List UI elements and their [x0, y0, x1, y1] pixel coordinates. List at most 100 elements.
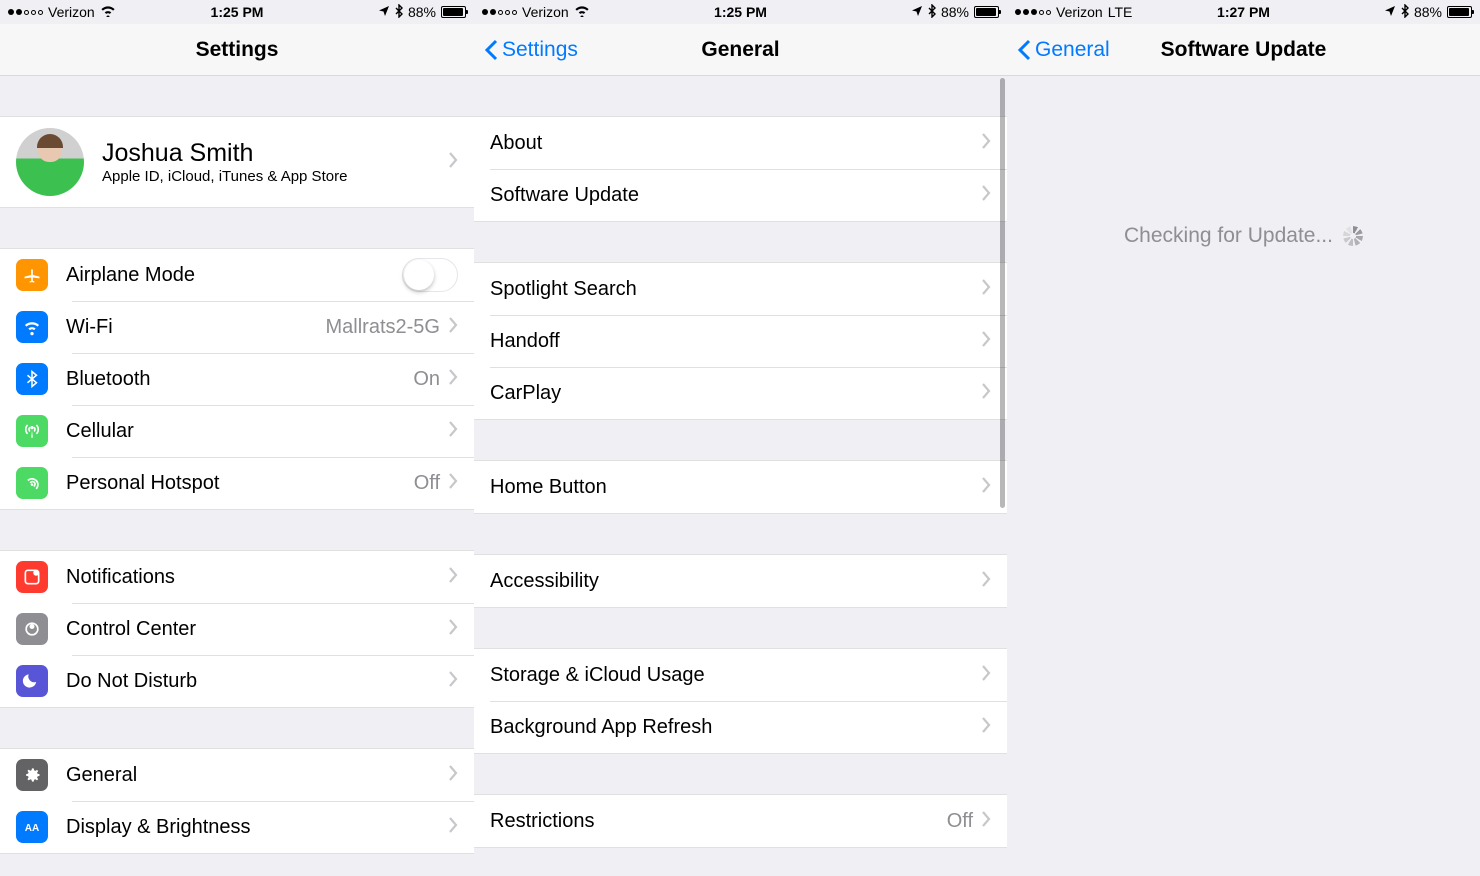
- row-label: Accessibility: [490, 570, 981, 593]
- chevron-right-icon: [448, 817, 458, 838]
- row-label: Wi-Fi: [66, 316, 326, 339]
- chevron-right-icon: [981, 477, 991, 498]
- profile-row[interactable]: Joshua Smith Apple ID, iCloud, iTunes & …: [0, 117, 474, 207]
- display-icon: AA: [16, 811, 48, 843]
- row-label: Control Center: [66, 618, 448, 641]
- settings-list: Airplane ModeWi-FiMallrats2-5GBluetoothO…: [0, 248, 474, 854]
- row-label: Storage & iCloud Usage: [490, 664, 981, 687]
- chevron-right-icon: [448, 619, 458, 640]
- controlcenter-icon: [16, 613, 48, 645]
- clock: 1:27 PM: [1007, 4, 1480, 20]
- avatar: [16, 128, 84, 196]
- row-about[interactable]: About: [474, 117, 1007, 169]
- row-label: Notifications: [66, 566, 448, 589]
- row-label: Display & Brightness: [66, 816, 448, 839]
- cellular-icon: [16, 415, 48, 447]
- row-label: CarPlay: [490, 382, 981, 405]
- row-value: Off: [414, 472, 440, 495]
- row-background-app-refresh[interactable]: Background App Refresh: [474, 701, 1007, 753]
- chevron-right-icon: [981, 133, 991, 154]
- update-status: Checking for Update...: [1007, 224, 1480, 248]
- row-restrictions[interactable]: RestrictionsOff: [474, 795, 1007, 847]
- row-value: On: [413, 368, 440, 391]
- chevron-right-icon: [981, 665, 991, 686]
- general-list: About Software Update Spotlight Search Hand…: [474, 116, 1007, 848]
- row-label: Do Not Disturb: [66, 670, 448, 693]
- row-label: Airplane Mode: [66, 264, 402, 287]
- row-label: Handoff: [490, 330, 981, 353]
- battery-icon: [1447, 6, 1472, 18]
- page-title: General: [701, 38, 779, 62]
- status-bar: Verizon 1:25 PM 88%: [474, 0, 1007, 24]
- chevron-right-icon: [448, 369, 458, 390]
- row-handoff[interactable]: Handoff: [474, 315, 1007, 367]
- row-label: Bluetooth: [66, 368, 413, 391]
- svg-text:AA: AA: [25, 823, 39, 834]
- row-wi-fi[interactable]: Wi-FiMallrats2-5G: [0, 301, 474, 353]
- status-bar: Verizon 1:25 PM 88%: [0, 0, 474, 24]
- chevron-right-icon: [981, 717, 991, 738]
- toggle[interactable]: [402, 258, 458, 292]
- chevron-right-icon: [448, 671, 458, 692]
- row-airplane-mode[interactable]: Airplane Mode: [0, 249, 474, 301]
- row-label: About: [490, 132, 981, 155]
- row-accessibility[interactable]: Accessibility: [474, 555, 1007, 607]
- chevron-right-icon: [981, 811, 991, 832]
- dnd-icon: [16, 665, 48, 697]
- row-general[interactable]: General: [0, 749, 474, 801]
- row-label: Software Update: [490, 184, 981, 207]
- row-spotlight-search[interactable]: Spotlight Search: [474, 263, 1007, 315]
- screen-general: Verizon 1:25 PM 88% Settings General Abo…: [474, 0, 1007, 876]
- row-software-update[interactable]: Software Update: [474, 169, 1007, 221]
- back-label: Settings: [502, 38, 578, 62]
- chevron-right-icon: [448, 317, 458, 338]
- battery-icon: [441, 6, 466, 18]
- clock: 1:25 PM: [0, 4, 474, 20]
- notifications-icon: [16, 561, 48, 593]
- status-bar: Verizon LTE 1:27 PM 88%: [1007, 0, 1480, 24]
- row-value: Mallrats2-5G: [326, 316, 440, 339]
- chevron-right-icon: [448, 567, 458, 588]
- chevron-right-icon: [981, 331, 991, 352]
- page-title: Settings: [196, 38, 279, 62]
- profile-subtitle: Apple ID, iCloud, iTunes & App Store: [102, 168, 448, 185]
- row-storage-icloud-usage[interactable]: Storage & iCloud Usage: [474, 649, 1007, 701]
- chevron-right-icon: [448, 421, 458, 442]
- nav-bar: Settings General: [474, 24, 1007, 76]
- chevron-right-icon: [981, 571, 991, 592]
- row-label: Background App Refresh: [490, 716, 981, 739]
- row-bluetooth[interactable]: BluetoothOn: [0, 353, 474, 405]
- back-button[interactable]: General: [1017, 38, 1110, 62]
- battery-icon: [974, 6, 999, 18]
- row-carplay[interactable]: CarPlay: [474, 367, 1007, 419]
- chevron-right-icon: [981, 279, 991, 300]
- row-notifications[interactable]: Notifications: [0, 551, 474, 603]
- chevron-right-icon: [448, 152, 458, 173]
- row-label: Spotlight Search: [490, 278, 981, 301]
- row-do-not-disturb[interactable]: Do Not Disturb: [0, 655, 474, 707]
- profile-name: Joshua Smith: [102, 139, 448, 168]
- row-label: Home Button: [490, 476, 981, 499]
- row-cellular[interactable]: Cellular: [0, 405, 474, 457]
- row-home-button[interactable]: Home Button: [474, 461, 1007, 513]
- page-title: Software Update: [1161, 38, 1327, 62]
- row-label: Cellular: [66, 420, 448, 443]
- row-value: Off: [947, 810, 973, 833]
- chevron-right-icon: [448, 473, 458, 494]
- row-control-center[interactable]: Control Center: [0, 603, 474, 655]
- row-label: General: [66, 764, 448, 787]
- back-button[interactable]: Settings: [484, 38, 578, 62]
- spinner-icon: [1343, 226, 1363, 246]
- nav-bar: Settings: [0, 24, 474, 76]
- chevron-right-icon: [981, 185, 991, 206]
- row-personal-hotspot[interactable]: Personal HotspotOff: [0, 457, 474, 509]
- nav-bar: General Software Update: [1007, 24, 1480, 76]
- back-label: General: [1035, 38, 1110, 62]
- chevron-right-icon: [448, 765, 458, 786]
- row-display-brightness[interactable]: AA Display & Brightness: [0, 801, 474, 853]
- row-label: Personal Hotspot: [66, 472, 414, 495]
- update-status-label: Checking for Update...: [1124, 224, 1333, 248]
- scrollbar[interactable]: [1000, 78, 1005, 508]
- screen-software-update: Verizon LTE 1:27 PM 88% General Software…: [1007, 0, 1480, 876]
- airplane-icon: [16, 259, 48, 291]
